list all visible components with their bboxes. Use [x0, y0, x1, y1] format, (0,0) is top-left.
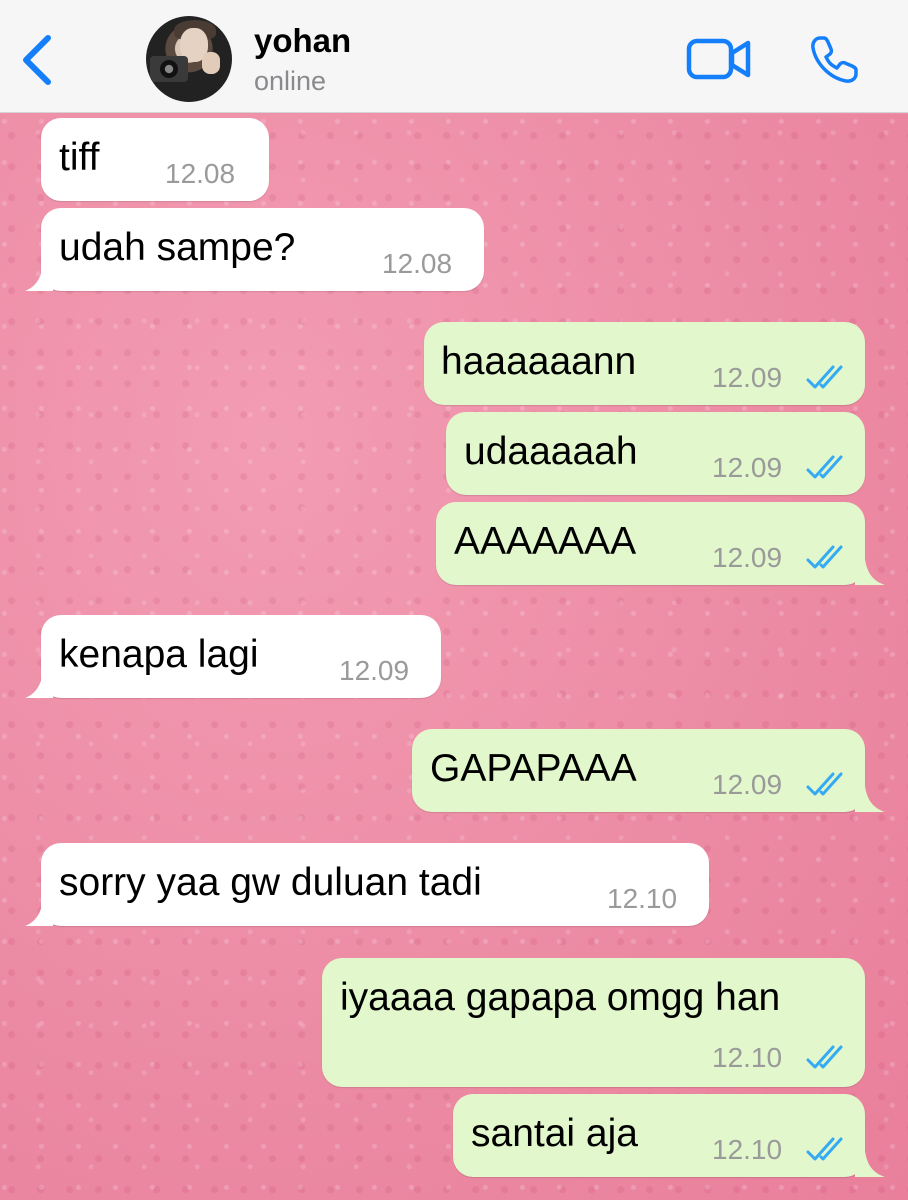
- bubble-tail: [25, 265, 53, 291]
- read-receipt-icon: [806, 772, 843, 796]
- message-time: 12.10: [712, 1042, 783, 1073]
- message-text: tiff: [59, 136, 100, 179]
- bubble-tail: [25, 672, 53, 698]
- message-text: sorry yaa gw duluan tadi: [59, 861, 482, 904]
- message-incoming[interactable]: kenapa lagi 12.09: [25, 615, 441, 698]
- message-time: 12.09: [712, 542, 783, 573]
- message-time: 12.09: [712, 452, 783, 483]
- message-time: 12.09: [712, 769, 783, 800]
- video-call-button[interactable]: [686, 38, 752, 80]
- message-time: 12.10: [607, 883, 678, 914]
- read-receipt-icon: [806, 545, 843, 569]
- bubble-tail: [25, 900, 53, 926]
- message-outgoing[interactable]: udaaaaah 12.09: [446, 412, 865, 495]
- message-incoming[interactable]: udah sampe? 12.08: [25, 208, 484, 291]
- contact-name[interactable]: yohan: [254, 22, 351, 60]
- message-time: 12.08: [165, 158, 236, 189]
- phone-icon: [811, 36, 858, 83]
- message-outgoing[interactable]: haaaaaann 12.09: [424, 322, 865, 405]
- avatar[interactable]: [146, 16, 232, 102]
- back-button[interactable]: [18, 32, 58, 88]
- message-time: 12.09: [712, 362, 783, 393]
- message-time: 12.09: [339, 655, 410, 686]
- video-camera-icon: [686, 38, 751, 80]
- message-time: 12.10: [712, 1134, 783, 1165]
- message-incoming[interactable]: sorry yaa gw duluan tadi 12.10: [25, 843, 709, 926]
- message-text: santai aja: [471, 1112, 638, 1155]
- message-outgoing[interactable]: iyaaaa gapapa omgg han 12.10: [322, 958, 865, 1087]
- contact-status: online: [254, 66, 327, 96]
- voice-call-button[interactable]: [808, 34, 860, 86]
- read-receipt-icon: [806, 1045, 843, 1069]
- message-text: iyaaaa gapapa omgg han: [340, 976, 781, 1019]
- message-text: haaaaaann: [441, 340, 637, 383]
- message-outgoing[interactable]: santai aja 12.10: [453, 1094, 885, 1177]
- chevron-left-icon: [23, 35, 51, 85]
- chat-header: yohan online: [0, 0, 908, 113]
- read-receipt-icon: [806, 1137, 843, 1161]
- read-receipt-icon: [806, 365, 843, 389]
- chat-area[interactable]: tiff 12.08 udah sampe? 12.08 haaaaaann 1…: [0, 114, 908, 1200]
- read-receipt-icon: [806, 455, 843, 479]
- message-text: GAPAPAAA: [430, 747, 637, 790]
- bubble-tail: [855, 559, 885, 585]
- bubble-tail: [855, 1151, 885, 1177]
- message-incoming[interactable]: tiff 12.08: [41, 118, 269, 201]
- message-outgoing[interactable]: AAAAAAA 12.09: [436, 502, 885, 585]
- message-text: udah sampe?: [59, 226, 296, 269]
- message-text: kenapa lagi: [59, 633, 259, 676]
- message-text: AAAAAAA: [454, 520, 637, 563]
- message-outgoing[interactable]: GAPAPAAA 12.09: [412, 729, 885, 812]
- message-time: 12.08: [382, 248, 453, 279]
- message-text: udaaaaah: [464, 430, 638, 473]
- bubble-tail: [855, 786, 885, 812]
